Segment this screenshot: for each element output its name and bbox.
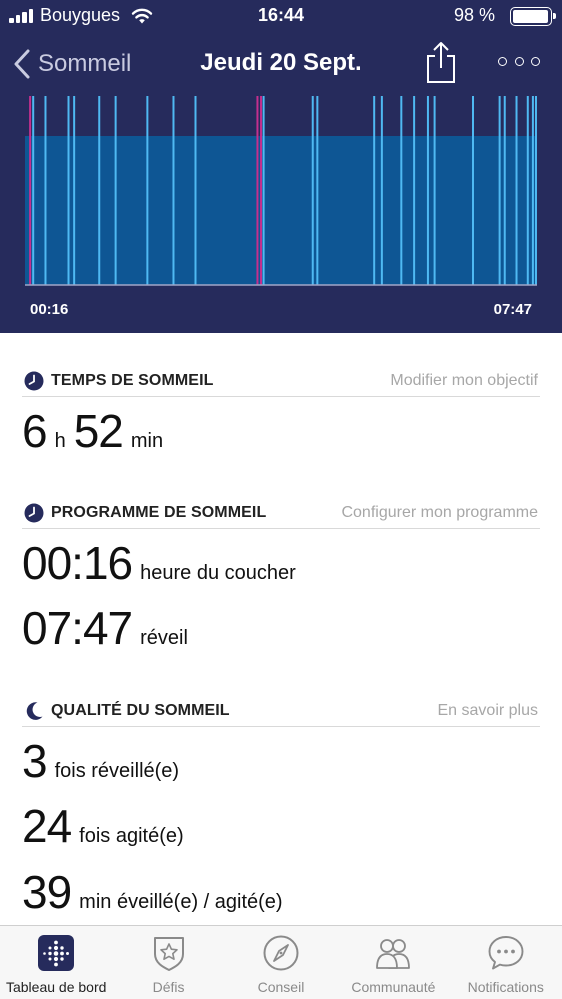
sleep-quality-title: QUALITÉ DU SOMMEIL: [51, 702, 230, 719]
wake-value: 07:47: [22, 602, 133, 654]
tab-challenges[interactable]: Défis: [112, 926, 224, 999]
back-button[interactable]: Sommeil: [12, 44, 131, 84]
sleep-hours: 6: [22, 405, 48, 457]
awake-bar: [44, 96, 47, 285]
awake-bar: [413, 96, 416, 285]
awake-bar: [426, 96, 429, 285]
chat-bubble-icon: [488, 936, 524, 970]
awake-bar: [316, 96, 319, 285]
sleep-minutes-unit: min: [130, 430, 164, 452]
awake-bar: [380, 96, 383, 285]
sleep-time-header: TEMPS DE SOMMEIL Modifier mon objectif: [22, 367, 540, 397]
tab-notifications[interactable]: Notifications: [450, 926, 562, 999]
learn-more-link[interactable]: En savoir plus: [438, 702, 539, 720]
wake-label: réveil: [140, 627, 188, 649]
awake-bar: [67, 96, 70, 285]
awake-bar: [503, 96, 506, 285]
tab-dashboard[interactable]: Tableau de bord: [0, 926, 112, 999]
compass-icon: [263, 935, 299, 971]
more-dot-icon: [531, 56, 540, 66]
community-people-icon: [376, 939, 411, 969]
dashboard-icon: [38, 935, 75, 971]
restless-row: 24 fois agité(e): [22, 799, 192, 853]
wake-row: 07:47 réveil: [22, 601, 196, 655]
awakenings-row: 3 fois réveillé(e): [22, 734, 187, 788]
back-label: Sommeil: [38, 50, 132, 77]
awake-bar: [515, 96, 518, 285]
restless-label: fois agité(e): [79, 825, 184, 847]
configure-schedule-link[interactable]: Configurer mon programme: [341, 504, 538, 522]
awakenings-label: fois réveillé(e): [54, 760, 180, 782]
awake-bar: [534, 96, 537, 285]
edit-goal-link[interactable]: Modifier mon objectif: [390, 372, 538, 390]
awake-bar: [194, 96, 197, 285]
moon-icon: [26, 702, 43, 720]
awake-bar: [262, 96, 265, 285]
chevron-left-icon: [14, 49, 30, 79]
clock-icon: [24, 371, 44, 391]
awake-bar: [400, 96, 403, 285]
tab-community-label: Communauté: [351, 979, 436, 995]
awake-minutes-label: min éveillé(e) / agité(e): [79, 891, 283, 913]
sleep-hours-unit: h: [54, 430, 66, 452]
tab-notifications-label: Notifications: [467, 979, 544, 995]
awake-bar: [526, 96, 529, 285]
sleep-stages-chart[interactable]: [25, 96, 537, 286]
awake-bar: [32, 96, 35, 285]
awake-bar: [98, 96, 101, 285]
share-icon[interactable]: [424, 40, 458, 84]
tab-advice[interactable]: Conseil: [225, 926, 337, 999]
sleep-header-panel: Bouygues 16:44 98 % Sommeil Jeudi 20 Sep…: [0, 0, 562, 333]
bedtime-label: heure du coucher: [140, 562, 296, 584]
sleep-schedule-title: PROGRAMME DE SOMMEIL: [51, 504, 267, 521]
sleep-schedule-header: PROGRAMME DE SOMMEIL Configurer mon prog…: [22, 499, 540, 529]
asleep-band: [25, 136, 537, 285]
tab-community[interactable]: Communauté: [337, 926, 449, 999]
awake-bar: [472, 96, 474, 285]
status-bar: Bouygues 16:44 98 %: [0, 0, 562, 34]
battery-icon: [510, 7, 556, 26]
awakenings-value: 3: [22, 735, 48, 787]
restless-bar: [256, 96, 259, 285]
sleep-time-title: TEMPS DE SOMMEIL: [51, 372, 214, 389]
more-dot-icon: [514, 56, 524, 66]
chart-end-time: 07:47: [493, 301, 532, 318]
more-options-button[interactable]: [498, 54, 540, 68]
bedtime-value: 00:16: [22, 537, 133, 589]
restless-value: 24: [22, 800, 72, 852]
sleep-minutes: 52: [73, 405, 124, 457]
sleep-chart-svg: [25, 96, 537, 286]
tab-bar: Tableau de bord Défis Conseil Communauté…: [0, 925, 562, 999]
awake-bar: [114, 96, 117, 285]
awake-bar: [433, 96, 436, 285]
awake-bar: [531, 96, 534, 285]
tab-dashboard-label: Tableau de bord: [5, 979, 107, 995]
sleep-duration-value: 6 h 52 min: [22, 404, 171, 458]
awake-bar: [311, 96, 314, 285]
clock-icon: [24, 503, 44, 523]
tab-challenges-label: Défis: [152, 979, 185, 995]
awake-bar: [146, 96, 149, 285]
bedtime-row: 00:16 heure du coucher: [22, 536, 304, 590]
awake-minutes-value: 39: [22, 866, 72, 918]
awake-bar: [373, 96, 376, 285]
navigation-bar: Sommeil Jeudi 20 Sept.: [0, 38, 562, 90]
awake-bar: [172, 96, 175, 285]
sleep-quality-header: QUALITÉ DU SOMMEIL En savoir plus: [22, 697, 540, 727]
battery-percent: 98 %: [453, 5, 495, 25]
awake-bar: [73, 96, 76, 285]
awake-minutes-row: 39 min éveillé(e) / agité(e): [22, 865, 291, 919]
restless-bar: [29, 96, 32, 285]
chart-start-time: 00:16: [30, 301, 69, 318]
more-dot-icon: [498, 56, 507, 66]
tab-advice-label: Conseil: [257, 979, 305, 995]
challenges-badge-icon: [153, 937, 184, 971]
restless-bar: [260, 96, 263, 285]
awake-bar: [498, 96, 501, 285]
